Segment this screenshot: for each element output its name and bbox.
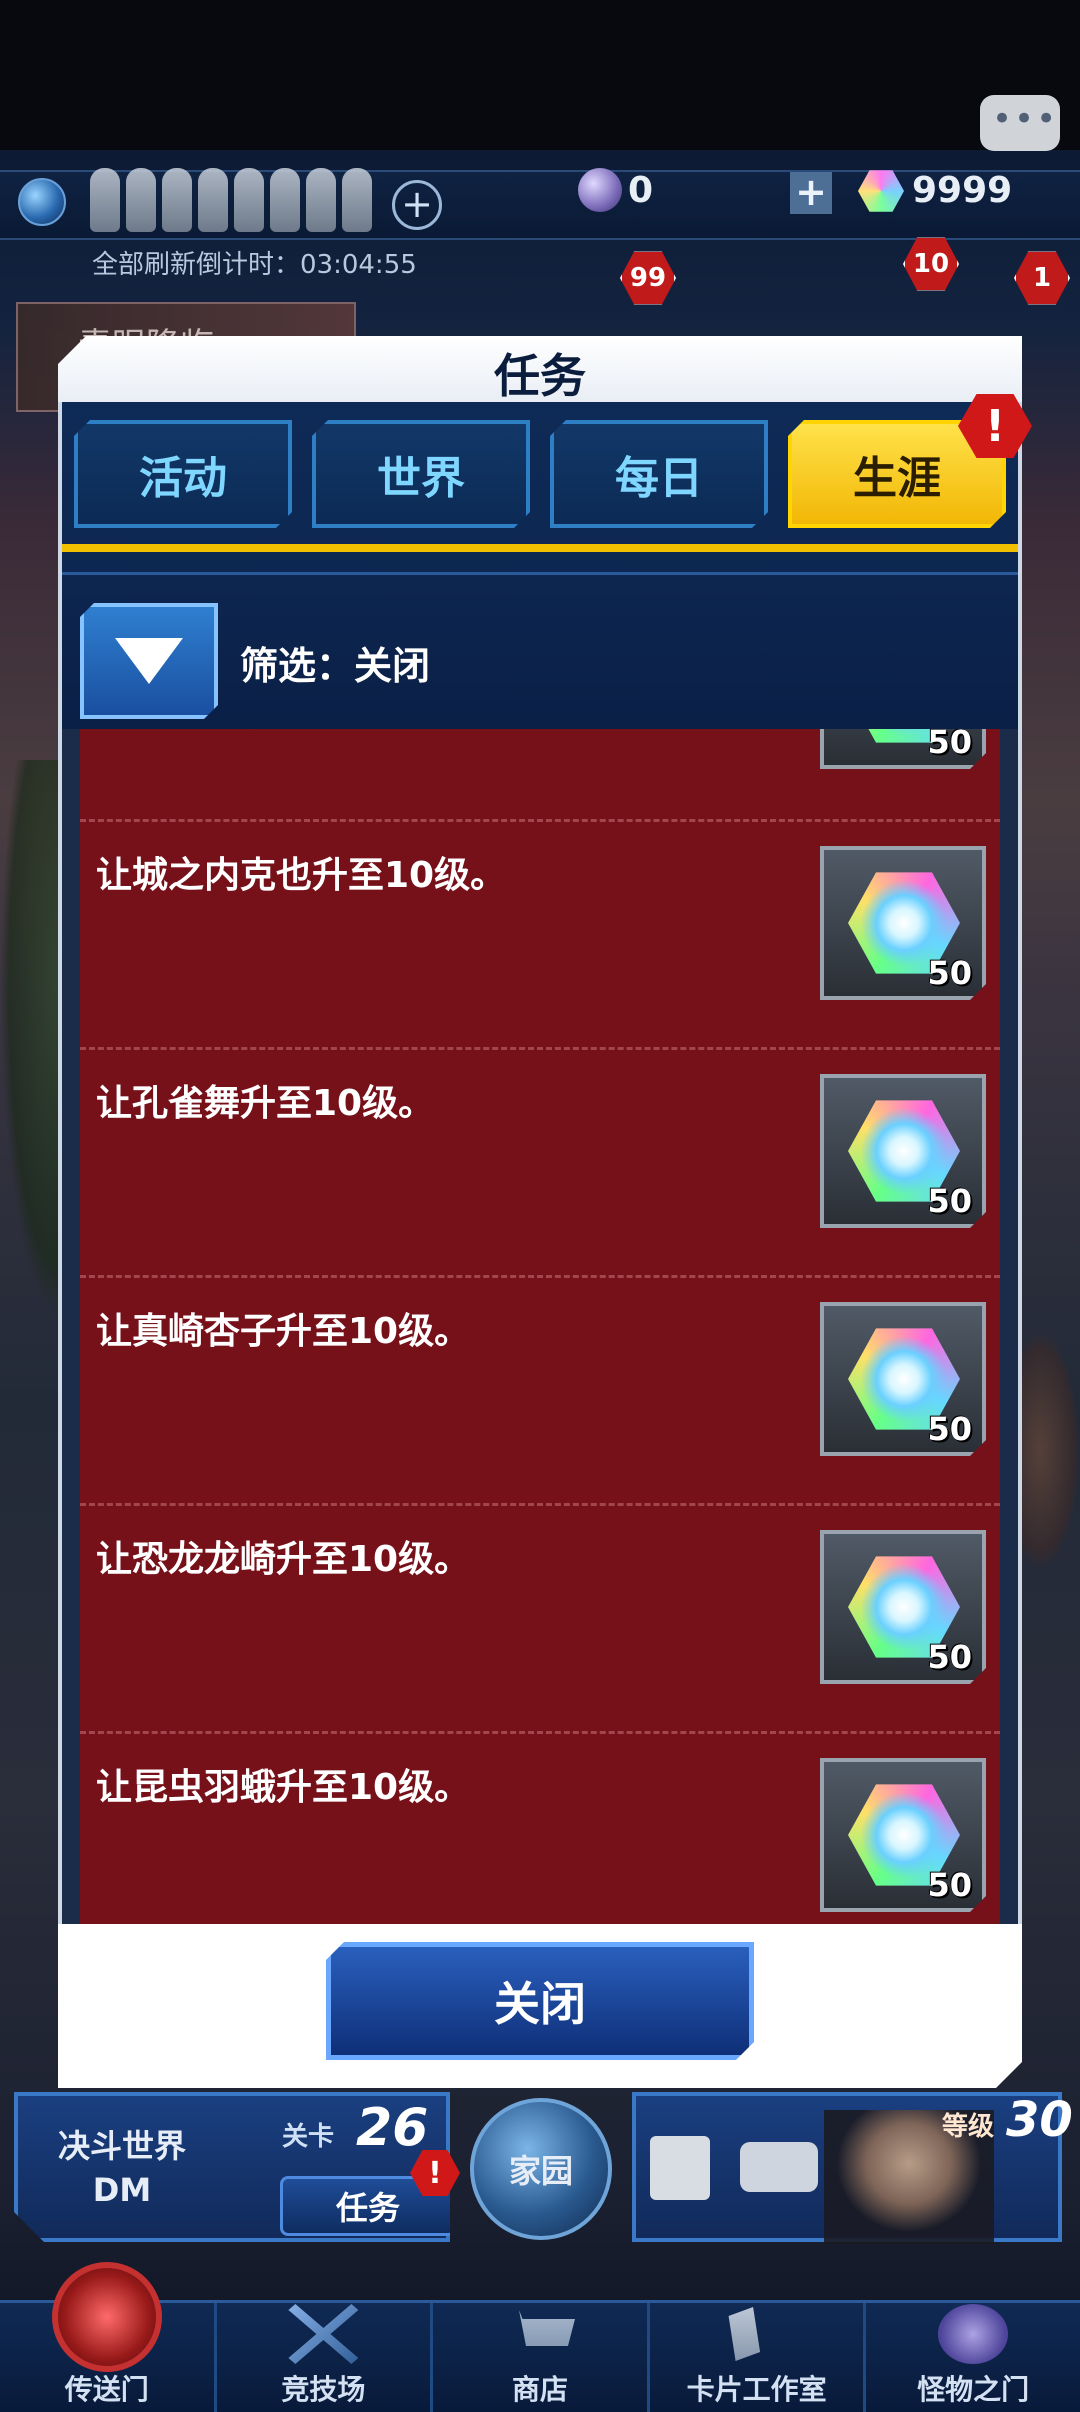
mission-row: 50 bbox=[80, 729, 1000, 819]
nav-label: 商店 bbox=[511, 2373, 568, 2406]
nav-shop[interactable]: 商店 bbox=[433, 2303, 650, 2412]
buy-gems-button[interactable]: + bbox=[790, 172, 832, 214]
slot-icon bbox=[162, 168, 192, 232]
mission-row: 让城之内克也升至10级。 50 bbox=[80, 819, 1000, 1047]
reward-box[interactable]: 50 bbox=[820, 846, 986, 1000]
chat-bubble-icon[interactable] bbox=[980, 95, 1060, 151]
refresh-timer: 全部刷新倒计时：03:04:55 bbox=[92, 250, 417, 280]
cards-icon bbox=[728, 2307, 761, 2361]
home-button[interactable]: 家园 bbox=[470, 2098, 612, 2240]
stage-number: 26 bbox=[356, 2098, 429, 2158]
level-value: 30 bbox=[1006, 2092, 1073, 2148]
mission-row: 让孔雀舞升至10级。 50 bbox=[80, 1047, 1000, 1275]
reward-box[interactable]: 50 bbox=[820, 1758, 986, 1912]
orb-count: 0 bbox=[628, 170, 654, 211]
missions-modal: 任务 活动 世界 每日 生涯 ! 筛选：关闭 50 让城之内克也升至10级。 5… bbox=[58, 336, 1032, 2088]
reward-box[interactable]: 50 bbox=[820, 1530, 986, 1684]
slot-icon bbox=[234, 168, 264, 232]
reward-count: 50 bbox=[927, 729, 972, 761]
cart-icon bbox=[504, 2310, 575, 2346]
stage-label: 关卡 bbox=[282, 2122, 335, 2152]
profile-panel[interactable]: 等级 30 bbox=[632, 2092, 1073, 2244]
mission-text: 让昆虫羽蛾升至10级。 bbox=[96, 1767, 471, 1808]
mission-list-frame[interactable]: 50 让城之内克也升至10级。 50 让孔雀舞升至10级。 50 让真崎杏子升至… bbox=[58, 729, 1022, 1924]
bottom-nav: 传送门 竞技场 商店 卡片工作室 怪物之门 bbox=[0, 2300, 1080, 2412]
world-name-line2: DM bbox=[92, 2171, 152, 2209]
mission-text: 让恐龙龙崎升至10级。 bbox=[96, 1539, 471, 1580]
mission-text: 让城之内克也升至10级。 bbox=[96, 855, 507, 896]
mission-row: 让昆虫羽蛾升至10级。 50 bbox=[80, 1731, 1000, 1924]
reward-box[interactable]: 50 bbox=[820, 1302, 986, 1456]
nav-monster-gate[interactable]: 怪物之门 bbox=[866, 2303, 1080, 2412]
mission-row: 让恐龙龙崎升至10级。 50 bbox=[80, 1503, 1000, 1731]
slot-icon bbox=[90, 168, 120, 232]
mission-text: 让真崎杏子升至10级。 bbox=[96, 1311, 471, 1352]
tab-daily[interactable]: 每日 bbox=[550, 420, 768, 528]
modal-footer: 关闭 bbox=[58, 1924, 1022, 2088]
slot-icon bbox=[126, 168, 156, 232]
nav-arena[interactable]: 竞技场 bbox=[217, 2303, 434, 2412]
nav-label: 竞技场 bbox=[281, 2373, 366, 2406]
world-name-line1: 决斗世界 bbox=[58, 2127, 187, 2165]
nav-label: 传送门 bbox=[64, 2373, 149, 2406]
portal-gate-icon[interactable] bbox=[52, 2262, 162, 2372]
nav-label: 怪物之门 bbox=[917, 2373, 1030, 2406]
monster-icon bbox=[938, 2304, 1009, 2364]
reward-box[interactable]: 50 bbox=[820, 1074, 986, 1228]
close-button[interactable]: 关闭 bbox=[326, 1942, 754, 2060]
deck-icon[interactable] bbox=[650, 2136, 710, 2200]
gem-count: 9999 bbox=[912, 170, 1013, 211]
slot-icon bbox=[342, 168, 372, 232]
reward-count: 50 bbox=[927, 1182, 972, 1220]
filter-toggle-button[interactable] bbox=[80, 603, 218, 719]
duel-world-panel[interactable]: 决斗世界 DM 关卡 26 任务 bbox=[14, 2092, 450, 2242]
reward-count: 50 bbox=[927, 1410, 972, 1448]
reward-count: 50 bbox=[927, 1638, 972, 1676]
reward-box[interactable]: 50 bbox=[820, 729, 986, 769]
world-name: 决斗世界 DM bbox=[58, 2124, 186, 2212]
nav-card-studio[interactable]: 卡片工作室 bbox=[650, 2303, 867, 2412]
mission-list[interactable]: 50 让城之内克也升至10级。 50 让孔雀舞升至10级。 50 让真崎杏子升至… bbox=[80, 729, 1000, 1924]
tabs-underline bbox=[62, 544, 1018, 552]
slot-icon bbox=[306, 168, 336, 232]
mission-row: 让真崎杏子升至10级。 50 bbox=[80, 1275, 1000, 1503]
reward-count: 50 bbox=[927, 954, 972, 992]
reward-count: 50 bbox=[927, 1866, 972, 1904]
level-label: 等级 bbox=[942, 2112, 995, 2142]
modal-title: 任务 bbox=[494, 349, 586, 403]
globe-icon[interactable] bbox=[18, 178, 66, 226]
player-slots bbox=[90, 168, 372, 232]
slot-icon bbox=[270, 168, 300, 232]
nav-label: 卡片工作室 bbox=[686, 2373, 827, 2406]
add-slot-button[interactable]: + bbox=[392, 180, 442, 230]
filter-label: 筛选：关闭 bbox=[240, 644, 431, 688]
mission-text: 让孔雀舞升至10级。 bbox=[96, 1083, 435, 1124]
orb-icon bbox=[578, 168, 622, 212]
triangle-down-icon bbox=[115, 638, 183, 684]
mission-tabs: 活动 世界 每日 生涯 bbox=[74, 420, 1006, 528]
tab-event[interactable]: 活动 bbox=[74, 420, 292, 528]
slot-icon bbox=[198, 168, 228, 232]
duel-disk-icon[interactable] bbox=[740, 2142, 818, 2192]
swords-icon bbox=[288, 2304, 359, 2364]
tab-world[interactable]: 世界 bbox=[312, 420, 530, 528]
